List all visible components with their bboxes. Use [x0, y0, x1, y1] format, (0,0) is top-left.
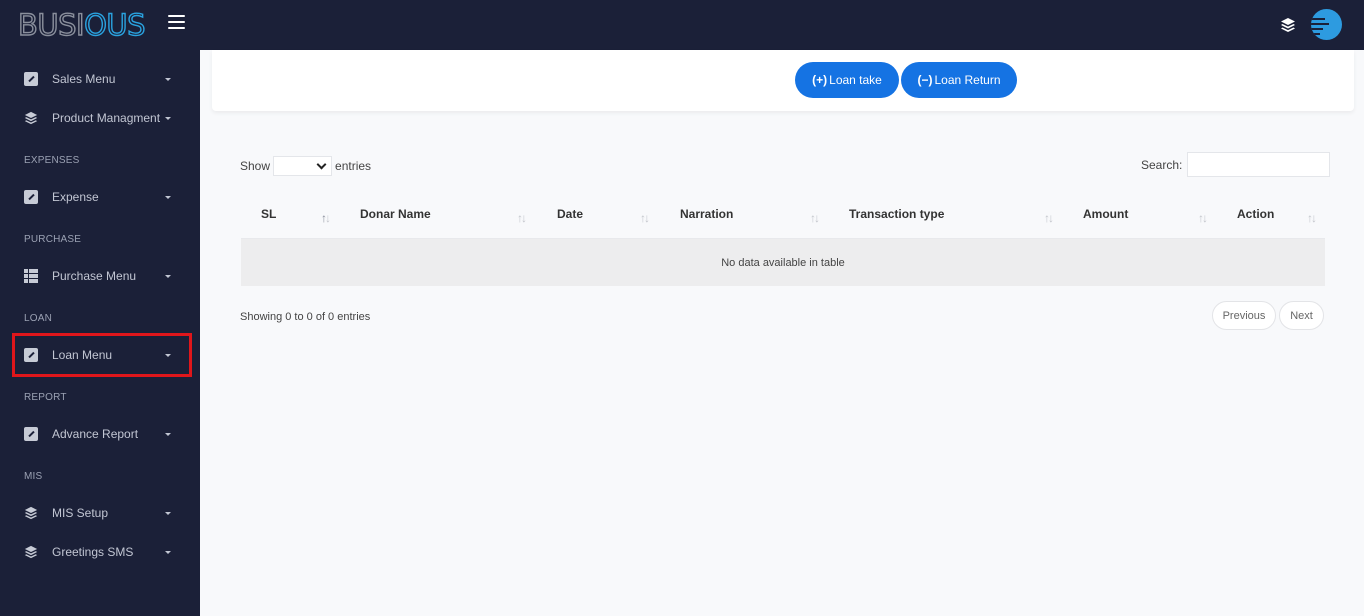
column-header-date[interactable]: Date — [557, 207, 583, 221]
loan-return-button[interactable]: (−) Loan Return — [901, 62, 1017, 98]
page-length-select[interactable] — [273, 156, 333, 176]
sidebar-heading-report: REPORT — [24, 392, 67, 403]
sidebar-item-purchase-menu[interactable]: Purchase Menu — [12, 254, 192, 298]
sort-icon[interactable]: ↑↓ — [517, 211, 527, 225]
column-header-amount[interactable]: Amount — [1083, 207, 1128, 221]
action-card: (+) Loan take (−) Loan Return — [212, 50, 1354, 111]
top-navbar: BUSI OUS — [0, 0, 1364, 50]
column-header-donar-name[interactable]: Donar Name — [360, 207, 431, 221]
sidebar-item-loan-menu[interactable]: Loan Menu — [12, 333, 192, 377]
column-header-sl[interactable]: SL — [261, 207, 276, 221]
layers-icon — [24, 506, 38, 520]
sort-icon[interactable]: ↑↓ — [321, 211, 331, 225]
logo-text-part1: BUSI — [17, 7, 85, 42]
caret-down-icon — [165, 511, 171, 515]
sidebar-item-greetings-sms[interactable]: Greetings SMS — [12, 530, 192, 574]
caret-down-icon — [165, 274, 171, 278]
column-header-transaction-type[interactable]: Transaction type — [849, 207, 944, 221]
logo[interactable]: BUSI OUS — [17, 7, 146, 42]
empty-table-row: No data available in table — [241, 239, 1325, 286]
sidebar-item-label: Product Managment — [52, 111, 161, 125]
button-label: Loan Return — [934, 73, 1001, 87]
button-label: Loan take — [829, 73, 882, 87]
sort-icon[interactable]: ↑↓ — [1044, 211, 1054, 225]
edit-icon — [24, 348, 38, 362]
sidebar: Sales Menu Product Managment EXPENSES Ex… — [0, 50, 200, 616]
sidebar-heading-expenses: EXPENSES — [24, 155, 80, 166]
edit-icon — [24, 190, 38, 204]
sort-icon[interactable]: ↑↓ — [640, 211, 650, 225]
sidebar-item-label: Sales Menu — [52, 72, 116, 86]
user-avatar[interactable] — [1311, 9, 1342, 40]
edit-icon — [24, 427, 38, 441]
layers-icon — [24, 111, 38, 125]
sort-icon[interactable]: ↑↓ — [810, 211, 820, 225]
plus-icon: (+) — [812, 73, 828, 87]
caret-down-icon — [165, 77, 171, 81]
sidebar-item-sales-menu[interactable]: Sales Menu — [12, 57, 192, 101]
previous-button[interactable]: Previous — [1212, 301, 1276, 330]
sort-icon[interactable]: ↑↓ — [1198, 211, 1208, 225]
sidebar-item-mis-setup[interactable]: MIS Setup — [12, 491, 192, 535]
show-label: Show — [240, 159, 271, 173]
sidebar-item-advance-report[interactable]: Advance Report — [12, 412, 192, 456]
column-header-action[interactable]: Action — [1237, 207, 1274, 221]
entries-label: entries — [335, 159, 372, 173]
caret-down-icon — [165, 353, 171, 357]
search-control: Search: — [1141, 152, 1331, 177]
sort-icon[interactable]: ↑↓ — [1307, 211, 1317, 225]
sidebar-item-label: Greetings SMS — [52, 545, 134, 559]
sidebar-item-label: MIS Setup — [52, 506, 109, 520]
sidebar-heading-loan: LOAN — [24, 313, 53, 324]
edit-icon — [24, 72, 38, 86]
sidebar-item-label: Expense — [52, 190, 99, 204]
menu-icon[interactable] — [168, 15, 185, 30]
sidebar-item-label: Purchase Menu — [52, 269, 137, 283]
caret-down-icon — [165, 195, 171, 199]
caret-down-icon — [165, 550, 171, 554]
sidebar-heading-purchase: PURCHASE — [24, 234, 82, 245]
caret-down-icon — [165, 432, 171, 436]
sidebar-item-label: Advance Report — [52, 427, 139, 441]
minus-icon: (−) — [917, 73, 933, 87]
sidebar-item-expense[interactable]: Expense — [12, 175, 192, 219]
sidebar-item-product-managment[interactable]: Product Managment — [12, 96, 192, 140]
loan-take-button[interactable]: (+) Loan take — [795, 62, 899, 98]
layers-icon — [24, 545, 38, 559]
caret-down-icon — [165, 116, 171, 120]
page-length-control: Show entries — [240, 156, 371, 176]
sidebar-heading-mis: MIS — [24, 471, 43, 482]
table-info: Showing 0 to 0 of 0 entries — [240, 311, 371, 323]
search-label: Search: — [1141, 157, 1183, 172]
column-header-narration[interactable]: Narration — [680, 207, 733, 221]
table-icon — [24, 269, 38, 283]
next-button[interactable]: Next — [1279, 301, 1324, 330]
logo-text-part2: OUS — [83, 7, 146, 42]
layers-icon[interactable] — [1280, 17, 1296, 33]
search-input[interactable] — [1187, 152, 1331, 177]
sidebar-item-label: Loan Menu — [52, 348, 113, 362]
